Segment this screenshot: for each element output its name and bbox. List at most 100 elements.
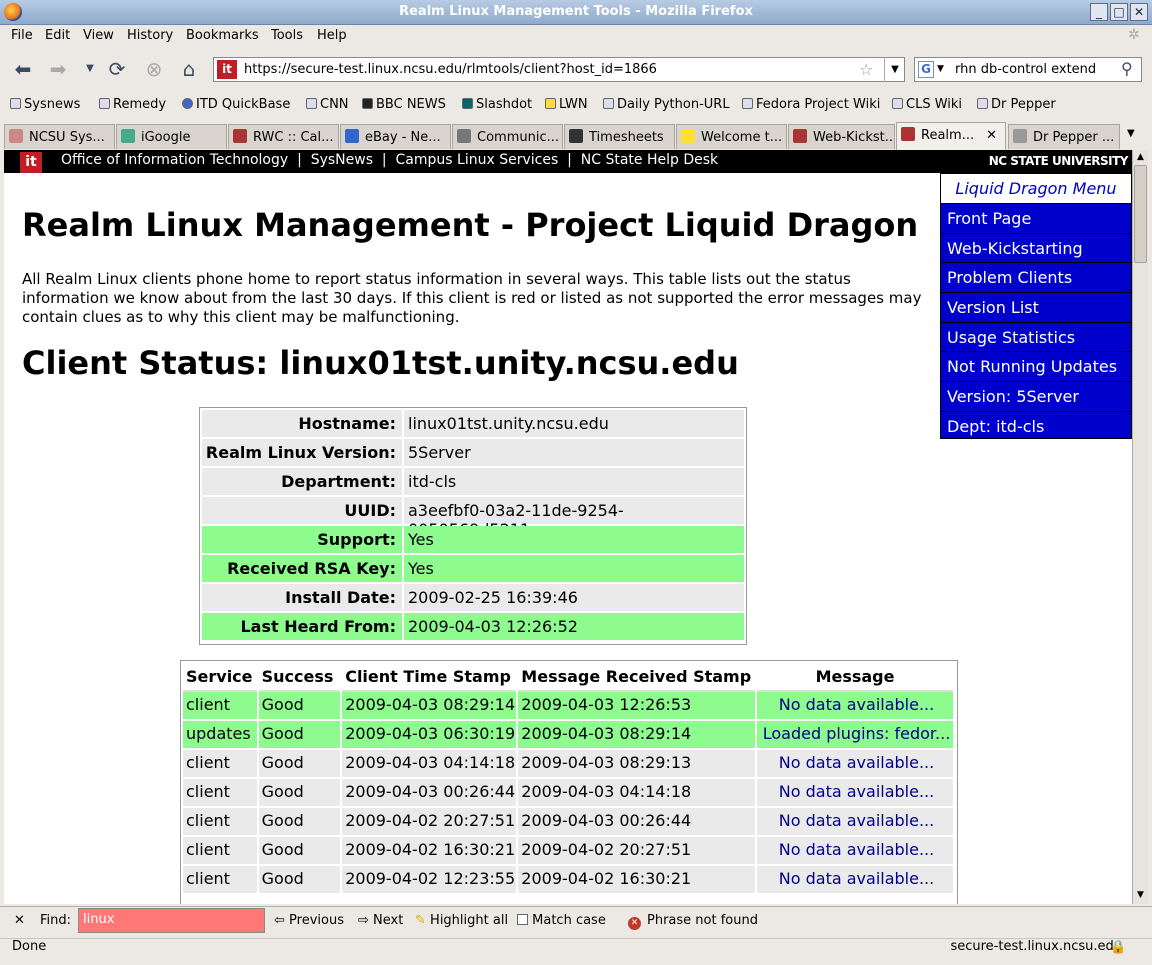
info-key: Realm Linux Version: [202, 439, 402, 466]
scroll-up-icon[interactable]: ▲ [1133, 150, 1148, 165]
tab-rwc-cal[interactable]: RWC :: Cal... [228, 124, 339, 149]
cell-message-link[interactable]: No data available... [757, 808, 953, 835]
cell-message-link[interactable]: No data available... [757, 779, 953, 806]
side-menu-version[interactable]: Version: 5Server [941, 382, 1131, 412]
info-row: Last Heard From: 2009-04-03 12:26:52 [202, 613, 744, 642]
menu-history[interactable]: History [127, 28, 173, 43]
link-oit[interactable]: Office of Information Technology [61, 152, 288, 168]
tab-dr-pepper[interactable]: Dr Pepper ... [1008, 124, 1120, 149]
close-window-button[interactable]: ✕ [1130, 3, 1148, 21]
history-dropdown-icon[interactable]: ▼ [78, 57, 102, 81]
bookmark-favicon-icon [10, 98, 21, 109]
highlight-all-button[interactable]: ✎ Highlight all [415, 913, 508, 928]
info-row: Hostname: linux01tst.unity.ncsu.edu [202, 410, 744, 439]
side-menu-not-running-updates[interactable]: Not Running Updates [941, 352, 1131, 383]
side-menu-dept[interactable]: Dept: itd-cls [941, 412, 1131, 442]
stop-icon[interactable]: ⊗ [142, 57, 166, 81]
info-key: Install Date: [202, 584, 402, 611]
tab-realm-active[interactable]: Realm... ✕ [896, 122, 1006, 150]
status-text: Done [12, 939, 47, 954]
link-campus-linux[interactable]: Campus Linux Services [396, 152, 559, 168]
bookmark-dr-pepper[interactable]: Dr Pepper [977, 97, 1056, 112]
menu-view[interactable]: View [83, 28, 114, 43]
bookmark-favicon-icon [603, 98, 614, 109]
cell-client-timestamp: 2009-04-03 08:29:14 [342, 692, 517, 719]
cell-message-link[interactable]: Loaded plugins: fedor... [757, 721, 953, 748]
back-arrow-icon[interactable]: ⬅ [11, 57, 35, 81]
bookmark-lwn[interactable]: LWN [545, 97, 588, 112]
search-bar[interactable]: G ▼ rhn db-control extend ⚲ [914, 57, 1142, 82]
tab-welcome[interactable]: Welcome t... [676, 124, 787, 149]
find-input[interactable]: linux [78, 908, 265, 933]
url-text[interactable]: https://secure-test.linux.ncsu.edu/rlmto… [244, 62, 657, 77]
cell-service: client [183, 808, 257, 835]
tab-ncsu-sysnews[interactable]: NCSU Sys... [4, 124, 115, 149]
cell-client-timestamp: 2009-04-02 12:23:55 [342, 866, 517, 893]
cell-success: Good [258, 750, 341, 777]
bookmark-remedy[interactable]: Remedy [99, 97, 166, 112]
bookmark-fedora-wiki[interactable]: Fedora Project Wiki [742, 97, 880, 112]
scroll-thumb[interactable] [1134, 165, 1147, 263]
search-icon[interactable]: ⚲ [1121, 59, 1133, 78]
cell-message-link[interactable]: No data available... [757, 750, 953, 777]
menubar: File Edit View History Bookmarks Tools H… [0, 25, 1152, 48]
find-previous-button[interactable]: ⇦ Previous [274, 913, 344, 928]
tab-timesheets[interactable]: Timesheets [564, 124, 675, 149]
side-menu-web-kickstarting[interactable]: Web-Kickstarting [941, 234, 1131, 264]
cell-message-link[interactable]: No data available... [757, 837, 953, 864]
bookmark-daily-python-url[interactable]: Daily Python-URL [603, 97, 730, 112]
menu-bookmarks[interactable]: Bookmarks [186, 28, 259, 43]
tab-list-icon[interactable]: ▼ [1127, 128, 1135, 139]
lock-icon[interactable]: 🔒 [1110, 940, 1126, 955]
search-input[interactable]: rhn db-control extend [955, 62, 1096, 77]
reload-icon[interactable]: ⟳ [105, 57, 129, 81]
table-row: updates Good 2009-04-03 06:30:19 2009-04-03… [183, 721, 955, 750]
url-dropdown-icon[interactable]: ▼ [884, 57, 905, 82]
link-sysnews[interactable]: SysNews [311, 152, 373, 168]
bookmark-cnn[interactable]: CNN [306, 97, 349, 112]
bookmark-sysnews[interactable]: Sysnews [10, 97, 80, 112]
menu-tools[interactable]: Tools [271, 28, 303, 43]
tab-ebay[interactable]: eBay - Ne... [340, 124, 451, 149]
bookmark-cls-wiki[interactable]: CLS Wiki [892, 97, 962, 112]
google-engine-icon[interactable]: G [918, 61, 934, 78]
url-bar[interactable]: it https://secure-test.linux.ncsu.edu/rl… [213, 57, 905, 82]
checkbox-icon[interactable] [517, 914, 528, 925]
home-icon[interactable]: ⌂ [177, 57, 201, 81]
bookmark-slashdot[interactable]: Slashdot [462, 97, 532, 112]
bookmark-itd-quickbase[interactable]: ITD QuickBase [182, 97, 290, 112]
menu-file[interactable]: File [11, 28, 33, 43]
liquid-dragon-menu: Liquid Dragon Menu Front Page Web-Kickst… [940, 173, 1132, 439]
tab-igoogle[interactable]: iGoogle [116, 124, 227, 149]
cell-message-link[interactable]: No data available... [757, 866, 953, 893]
close-tab-icon[interactable]: ✕ [986, 128, 997, 143]
bookmark-star-icon[interactable]: ☆ [859, 60, 873, 79]
maximize-button[interactable]: □ [1110, 3, 1128, 21]
window-titlebar[interactable]: Realm Linux Management Tools - Mozilla F… [0, 0, 1152, 25]
cell-message-link[interactable]: No data available... [757, 692, 953, 719]
menu-edit[interactable]: Edit [45, 28, 70, 43]
info-row: Support: Yes [202, 526, 744, 555]
menu-help[interactable]: Help [317, 28, 347, 43]
link-help-desk[interactable]: NC State Help Desk [581, 152, 718, 168]
close-find-icon[interactable]: ✕ [14, 913, 25, 928]
cell-service: client [183, 866, 257, 893]
scroll-down-icon[interactable]: ▼ [1133, 888, 1148, 903]
side-menu-problem-clients[interactable]: Problem Clients [941, 263, 1131, 294]
tab-communic[interactable]: Communic... [452, 124, 563, 149]
page-scrollbar[interactable]: ▲ ▼ [1132, 150, 1148, 904]
forward-arrow-icon[interactable]: ➡ [46, 57, 70, 81]
side-menu-version-list[interactable]: Version List [941, 293, 1131, 323]
info-key: UUID: [202, 497, 402, 524]
it-logo[interactable]: it [20, 152, 42, 173]
side-menu-usage-statistics[interactable]: Usage Statistics [941, 323, 1131, 353]
find-next-button[interactable]: ⇨ Next [358, 913, 403, 928]
ncsu-wordmark[interactable]: NC STATE UNIVERSITY [989, 154, 1129, 168]
match-case-checkbox[interactable]: Match case [517, 913, 606, 928]
bookmark-bbc-news[interactable]: BBC NEWS [362, 97, 446, 112]
minimize-button[interactable]: _ [1090, 3, 1108, 21]
engine-dropdown-icon[interactable]: ▼ [937, 64, 944, 74]
error-icon: ✕ [628, 917, 641, 930]
side-menu-front-page[interactable]: Front Page [941, 204, 1131, 234]
tab-web-kickstart[interactable]: Web-Kickst... [788, 124, 895, 149]
